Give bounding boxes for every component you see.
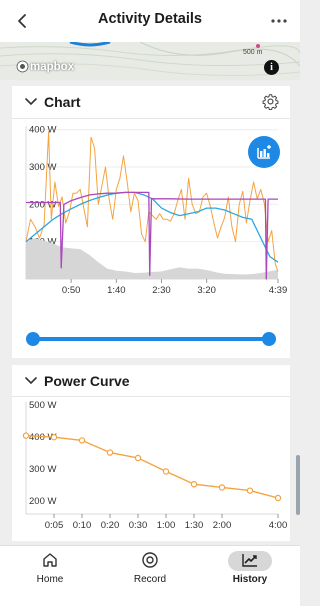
nav-item-home[interactable]: Home xyxy=(10,549,90,589)
x-tick-label: 0:05 xyxy=(45,520,64,531)
route-map[interactable]: mapbox 500 m i xyxy=(0,42,300,80)
more-horizontal-icon xyxy=(271,19,287,23)
elevation-area xyxy=(26,238,278,279)
range-slider-start-handle[interactable] xyxy=(26,332,40,346)
power-curve-title: Power Curve xyxy=(44,373,130,389)
home-icon xyxy=(43,553,57,567)
power-curve-point xyxy=(162,468,170,475)
route-line xyxy=(69,42,111,47)
chart-settings-button[interactable] xyxy=(262,93,279,115)
add-chart-button[interactable] xyxy=(248,136,280,168)
y-tick-label: 500 W xyxy=(29,400,56,411)
power-curve-point xyxy=(78,437,86,444)
x-tick-label: 3:20 xyxy=(197,285,216,296)
record-icon xyxy=(142,552,158,568)
back-button[interactable] xyxy=(10,8,36,34)
y-tick-label: 300 W xyxy=(29,162,56,173)
divider xyxy=(12,118,290,119)
chart-collapse-toggle[interactable] xyxy=(24,94,38,113)
power-curve-point xyxy=(134,454,142,462)
more-button[interactable] xyxy=(266,8,292,34)
power-curve-point xyxy=(50,434,58,441)
chevron-down-icon xyxy=(25,98,37,106)
power-curve-point xyxy=(190,481,198,488)
x-tick-label: 2:00 xyxy=(213,520,232,531)
power-curve-chart[interactable]: 500 W400 W300 W200 W0:05 0:10 0:20 0:30 1:00… xyxy=(12,397,290,541)
x-tick-label: 0:30 xyxy=(129,520,148,531)
power-curve-line xyxy=(25,434,279,499)
nav-label-home: Home xyxy=(36,574,64,585)
x-tick-label: 1:00 xyxy=(157,520,176,531)
y-tick-label: 400 W xyxy=(29,125,56,136)
y-tick-label: 300 W xyxy=(29,464,56,475)
nav-label-history: History xyxy=(232,574,268,585)
chevron-down-icon xyxy=(25,377,37,385)
power-curve-card: Power Curve 500 W 400 W 300 W 200 W 0:05 0:10… xyxy=(12,365,290,541)
power-curve-point xyxy=(106,449,114,456)
nav-label-record: Record xyxy=(133,574,167,585)
x-tick-label: 1:40 xyxy=(107,285,126,296)
chart-section-title: Chart xyxy=(44,94,81,110)
chevron-left-icon xyxy=(18,14,26,28)
x-tick-label: 4:39 xyxy=(269,285,288,296)
power-curve-collapse-toggle[interactable] xyxy=(24,373,38,392)
range-slider-track[interactable] xyxy=(32,337,270,341)
top-app-bar: Activity Details xyxy=(0,0,300,42)
gear-icon xyxy=(262,94,279,111)
scrollbar[interactable] xyxy=(296,455,300,515)
map-scale: 500 m xyxy=(243,49,263,56)
x-tick-label: 0:50 xyxy=(62,285,81,296)
mapbox-logo-text: mapbox xyxy=(30,61,75,73)
map-info-button[interactable]: i xyxy=(264,60,279,75)
chart-add-icon xyxy=(257,145,271,159)
history-chart-icon xyxy=(242,554,257,567)
power-curve-point xyxy=(246,487,254,494)
y-tick-label: 200 W xyxy=(29,496,56,507)
power-curve-point xyxy=(218,484,226,491)
power-curve-point xyxy=(274,494,282,502)
x-tick-label: 0:20 xyxy=(101,520,120,531)
mapbox-logo-icon xyxy=(16,60,29,78)
x-tick-label: 0:10 xyxy=(73,520,92,531)
power-curve-point xyxy=(22,432,30,439)
x-tick-label: 2:30 xyxy=(152,285,171,296)
page-title: Activity Details xyxy=(98,11,202,27)
nav-item-record[interactable]: Record xyxy=(110,549,190,589)
x-tick-label: 4:00 xyxy=(269,520,288,531)
chart-card: Chart 400 W300 W200 W100 W0:501:402:303:… xyxy=(12,86,290,358)
range-slider-end-handle[interactable] xyxy=(262,332,276,346)
nav-item-history[interactable]: History xyxy=(210,549,290,589)
route-end-marker xyxy=(256,44,260,48)
x-tick-label: 1:30 xyxy=(185,520,204,531)
